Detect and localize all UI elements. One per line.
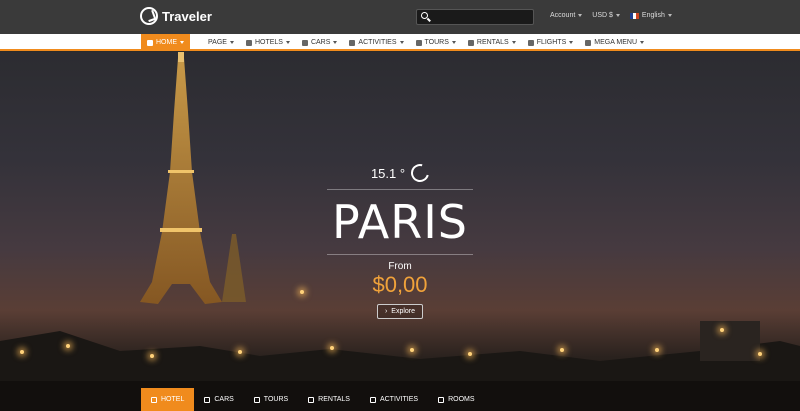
nav-item-flights[interactable]: FLIGHTS	[522, 34, 580, 51]
explore-label: Explore	[391, 307, 416, 315]
nav-label: CARS	[310, 39, 331, 46]
weather: 15.1 °	[370, 160, 433, 186]
nav-item-mega-menu[interactable]: MEGA MENU	[579, 34, 650, 51]
search-box[interactable]	[416, 9, 534, 25]
home-icon	[308, 396, 315, 403]
top-links: Account USD $ English	[550, 12, 672, 19]
home-icon	[147, 39, 153, 46]
tab-rentals[interactable]: RENTALS	[298, 388, 360, 411]
moon-icon	[407, 160, 433, 186]
nav-label: HOME	[156, 39, 177, 46]
search-tabs: HOTEL CARS TOURS RENTALS ACTIVITIES ROOM…	[141, 388, 485, 411]
nav-item-hotels[interactable]: HOTELS	[240, 34, 296, 51]
language-menu[interactable]: English	[629, 12, 672, 19]
chevron-down-icon	[640, 41, 645, 44]
city-title: PARIS	[332, 194, 468, 249]
home-icon	[467, 39, 474, 46]
price: $0,00	[372, 271, 428, 297]
currency-label: USD $	[592, 12, 613, 19]
logo[interactable]: Traveler	[140, 7, 212, 25]
logo-icon	[140, 7, 158, 25]
account-label: Account	[550, 12, 576, 19]
nav-label: PAGE	[208, 39, 227, 46]
plane-icon	[527, 39, 534, 46]
nav-label: MEGA MENU	[594, 39, 638, 46]
tab-label: ROOMS	[448, 396, 475, 403]
tab-hotel[interactable]: HOTEL	[141, 388, 195, 411]
nav-label: HOTELS	[254, 39, 283, 46]
tab-label: RENTALS	[318, 396, 350, 403]
door-icon	[438, 396, 445, 403]
hero-banner: 15.1 ° PARIS From $0,00 › Explore	[0, 52, 800, 411]
tab-cars[interactable]: CARS	[194, 388, 243, 411]
nav-item-home[interactable]: HOME	[141, 34, 190, 51]
flag-icon	[415, 39, 422, 46]
nav-label: TOURS	[424, 39, 449, 46]
user-icon	[585, 39, 592, 46]
chevron-down-icon	[285, 41, 290, 44]
chevron-down-icon	[667, 14, 672, 17]
nav-item-page[interactable]: PAGE	[202, 34, 240, 51]
search-icon	[421, 12, 428, 19]
chevron-down-icon	[511, 41, 516, 44]
divider	[327, 188, 473, 190]
main-nav: HOME PAGE HOTELS CARS ACTIVITIES TOURS R…	[141, 34, 650, 51]
chevron-down-icon	[399, 41, 404, 44]
chevron-down-icon	[229, 41, 234, 44]
top-bar: Traveler Account USD $ English	[0, 0, 800, 34]
from-label: From	[388, 260, 412, 272]
chevron-down-icon	[451, 41, 456, 44]
account-menu[interactable]: Account	[550, 12, 583, 19]
nav-item-cars[interactable]: CARS	[296, 34, 343, 51]
building-icon	[245, 39, 252, 46]
tab-rooms[interactable]: ROOMS	[428, 388, 484, 411]
car-icon	[301, 39, 308, 46]
bolt-icon	[369, 396, 376, 403]
tab-tours[interactable]: TOURS	[244, 388, 298, 411]
chevron-down-icon	[615, 14, 620, 17]
chevron-down-icon	[578, 14, 583, 17]
uk-flag-icon	[629, 12, 639, 19]
currency-menu[interactable]: USD $	[592, 12, 620, 19]
flag-icon	[253, 396, 260, 403]
chevron-down-icon	[569, 41, 574, 44]
hero-content: 15.1 ° PARIS From $0,00 › Explore	[0, 160, 800, 319]
road-icon	[349, 39, 356, 46]
chevron-right-icon: ›	[384, 307, 388, 315]
chevron-down-icon	[333, 41, 338, 44]
nav-item-activities[interactable]: ACTIVITIES	[343, 34, 409, 51]
temperature: 15.1 °	[370, 165, 406, 181]
car-icon	[204, 396, 211, 403]
nav-label: FLIGHTS	[536, 39, 567, 46]
divider	[327, 253, 473, 255]
tab-label: HOTEL	[161, 396, 185, 403]
brand-name: Traveler	[162, 8, 212, 24]
chevron-down-icon	[180, 41, 184, 44]
nav-item-tours[interactable]: TOURS	[410, 34, 462, 51]
explore-button[interactable]: › Explore	[376, 303, 424, 319]
nav-label: ACTIVITIES	[358, 39, 397, 46]
main-nav-bar: HOME PAGE HOTELS CARS ACTIVITIES TOURS R…	[0, 34, 800, 51]
language-label: English	[641, 12, 665, 19]
search-input[interactable]	[431, 10, 531, 24]
tab-label: CARS	[214, 396, 234, 403]
tab-label: TOURS	[263, 396, 289, 403]
nav-label: RENTALS	[476, 39, 509, 46]
building-icon	[151, 396, 157, 403]
tab-activities[interactable]: ACTIVITIES	[360, 388, 428, 411]
nav-item-rentals[interactable]: RENTALS	[462, 34, 522, 51]
tab-label: ACTIVITIES	[379, 396, 419, 403]
